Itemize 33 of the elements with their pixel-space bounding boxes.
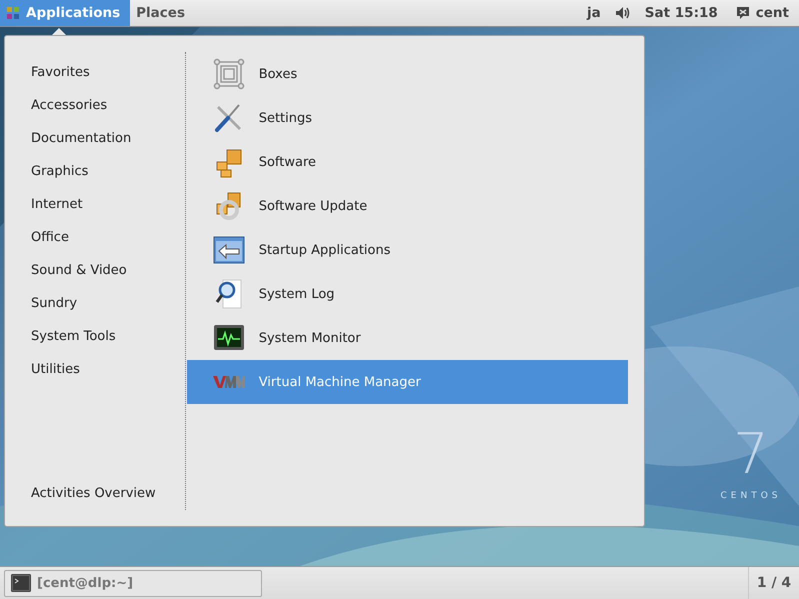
category-item[interactable]: System Tools (5, 320, 185, 353)
category-item[interactable]: Graphics (5, 155, 185, 188)
input-method: ja (586, 4, 602, 23)
app-item[interactable]: Boxes (186, 52, 628, 96)
category-item[interactable]: Accessories (5, 89, 185, 122)
clock: Sat 15:18 (644, 4, 719, 23)
arrow-window-icon (212, 234, 245, 266)
category-item[interactable]: Internet (5, 188, 185, 221)
frame-icon (212, 58, 245, 90)
terminal-icon (11, 574, 31, 592)
activities-overview-item[interactable]: Activities Overview (5, 477, 185, 510)
logo-number: 7 (733, 427, 769, 483)
window-list-item[interactable]: [cent@dlp:~] (4, 570, 262, 596)
app-item[interactable]: System Monitor (186, 316, 628, 360)
app-item[interactable]: System Log (186, 272, 628, 316)
category-item[interactable]: Utilities (5, 353, 185, 386)
foot-logo-icon (6, 6, 20, 20)
app-item[interactable]: Software Update (186, 184, 628, 228)
app-item[interactable]: Startup Applications (186, 228, 628, 272)
workspace-indicator[interactable]: 1 / 4 (748, 567, 799, 599)
chat-bubble-icon (736, 6, 750, 20)
app-item[interactable]: Software (186, 140, 628, 184)
logo-text: CENTOS (720, 491, 782, 501)
volume-icon[interactable] (614, 6, 631, 20)
top-menu[interactable]: Places (130, 0, 195, 26)
app-item[interactable]: Settings (186, 96, 628, 140)
user-menu[interactable]: cent (726, 0, 799, 26)
category-item[interactable]: Office (5, 221, 185, 254)
category-item[interactable]: Favorites (5, 56, 185, 89)
vmm-logo-icon (212, 375, 245, 389)
category-item[interactable]: Documentation (5, 122, 185, 155)
category-item[interactable]: Sound & Video (5, 254, 185, 287)
category-item[interactable]: Sundry (5, 287, 185, 320)
